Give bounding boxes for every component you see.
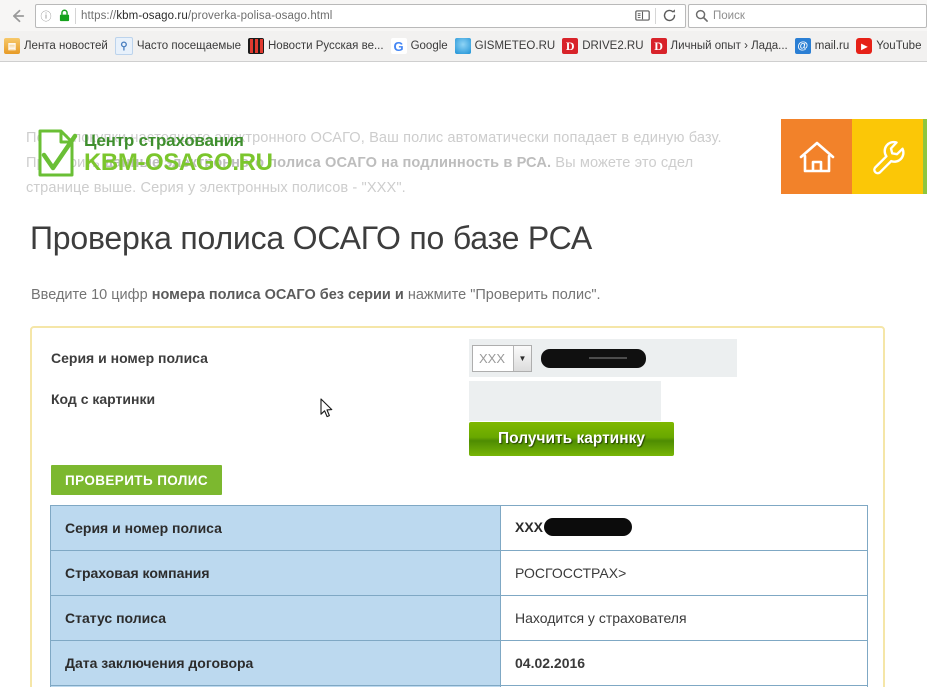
bookmark-item[interactable]: ▶ YouTube <box>854 35 926 57</box>
address-bar-actions <box>629 5 685 27</box>
wrench-icon <box>872 140 905 174</box>
table-row: Статус полиса Находится у страхователя <box>50 595 868 641</box>
reader-view-icon[interactable] <box>629 5 655 27</box>
captcha-field-label: Код с картинки <box>51 391 156 407</box>
bookmark-item[interactable]: ⚲ Часто посещаемые <box>113 35 246 57</box>
bookmark-item[interactable]: D Личный опыт › Лада... <box>649 35 793 57</box>
header-accent-stripe <box>923 119 927 194</box>
result-key: Дата заключения договора <box>50 640 501 686</box>
page-subtitle: Введите 10 цифр номера полиса ОСАГО без … <box>31 287 601 303</box>
chevron-down-icon[interactable]: ▼ <box>513 345 531 371</box>
bookmark-label: Новости Русская ве... <box>268 40 384 52</box>
search-icon <box>689 9 713 22</box>
site-logo-name: KBM-OSAGO.RU <box>84 148 273 176</box>
bookmark-label: YouTube <box>876 40 922 52</box>
result-value: РОСГОССТРАХ> <box>500 550 868 596</box>
result-value: 04.02.2016 <box>500 640 868 686</box>
browser-navigation-bar: ⓘ https://kbm-osago.ru/proverka-polisa-o… <box>0 0 927 31</box>
bookmark-item[interactable]: ▤ Лента новостей <box>2 35 113 57</box>
redacted-policy-number <box>544 518 633 537</box>
series-field-label: Серия и номер полиса <box>51 350 208 366</box>
rss-icon: ▤ <box>4 38 20 54</box>
youtube-icon: ▶ <box>856 38 873 54</box>
back-button[interactable] <box>2 2 34 30</box>
page-content: После покупки настоящего электронного ОС… <box>0 62 927 687</box>
bookmarks-bar: ▤ Лента новостей ⚲ Часто посещаемые Новости … <box>0 31 927 61</box>
result-value: Находится у страхователя <box>500 595 868 641</box>
drive2-icon: D <box>650 38 667 54</box>
table-row: Дата заключения договора 04.02.2016 <box>50 640 868 686</box>
document-check-icon <box>34 128 78 178</box>
drive2-icon: D <box>562 38 579 54</box>
news-icon <box>248 38 264 54</box>
bookmark-item[interactable]: D DRIVE2.RU <box>560 35 648 57</box>
table-row: Страховая компания РОСГОССТРАХ> <box>50 550 868 596</box>
policy-check-panel: Серия и номер полиса XXX ▼ Код с картинк… <box>30 326 885 687</box>
search-input-placeholder: Поиск <box>713 9 745 22</box>
reload-icon[interactable] <box>656 5 682 27</box>
bookmark-label: Лента новостей <box>24 40 108 52</box>
results-table-body: Серия и номер полисаXXX8Страховая компан… <box>50 505 868 687</box>
bookmark-label: Часто посещаемые <box>136 40 241 52</box>
series-select-value: XXX <box>479 350 506 366</box>
address-bar-divider <box>75 7 76 24</box>
site-info-icon[interactable]: ⓘ <box>36 8 56 24</box>
check-policy-button[interactable]: ПРОВЕРИТЬ ПОЛИС <box>51 465 222 495</box>
mailru-icon: @ <box>794 38 811 54</box>
page-subtitle-c: нажмите "Проверить полис". <box>407 287 601 303</box>
promo-line-2-c: Вы можете это сдел <box>551 155 694 171</box>
bookmark-item[interactable]: Новости Русская ве... <box>246 35 389 57</box>
frequently-visited-icon: ⚲ <box>114 37 133 55</box>
home-icon <box>799 141 834 172</box>
header-icon-buttons <box>781 119 927 194</box>
result-value-text: XXX <box>515 518 544 535</box>
results-table: Серия и номер полисаXXX8Страховая компан… <box>50 505 868 687</box>
captcha-input[interactable] <box>469 381 661 421</box>
result-key: Страховая компания <box>50 550 501 596</box>
result-value: XXX8 <box>500 505 868 551</box>
bookmark-label: Личный опыт › Лада... <box>670 40 788 52</box>
home-button[interactable] <box>781 119 852 194</box>
bookmark-label: GISMETEO.RU <box>474 40 556 52</box>
result-key: Статус полиса <box>50 595 501 641</box>
series-label-row: Серия и номер полиса <box>51 350 208 366</box>
lock-icon <box>56 9 72 22</box>
bookmark-item[interactable]: @ mail.ru <box>793 35 855 57</box>
site-logo[interactable]: Центр страхования KBM-OSAGO.RU <box>34 128 273 178</box>
promo-line-3: странице выше. Серия у электронных полис… <box>26 180 406 196</box>
captcha-label-row: Код с картинки <box>51 391 155 407</box>
browser-search-box[interactable]: Поиск <box>688 3 927 28</box>
back-arrow-icon <box>12 9 25 22</box>
bookmark-label: DRIVE2.RU <box>582 40 644 52</box>
page-subtitle-b: номера полиса ОСАГО без серии и <box>151 287 408 303</box>
bookmark-item[interactable]: GISMETEO.RU <box>453 35 561 57</box>
result-key: Серия и номер полиса <box>50 505 501 551</box>
address-bar[interactable]: ⓘ https://kbm-osago.ru/proverka-polisa-o… <box>35 3 686 28</box>
series-select[interactable]: XXX ▼ <box>472 344 532 372</box>
bookmark-label: Google <box>410 40 448 52</box>
policy-number-input[interactable] <box>541 348 646 368</box>
page-title: Проверка полиса ОСАГО по базе РСА <box>30 220 593 256</box>
site-logo-text: Центр страхования KBM-OSAGO.RU <box>84 132 273 175</box>
google-icon: G <box>390 38 407 54</box>
table-row: Серия и номер полисаXXX8 <box>50 505 868 551</box>
page-subtitle-a: Введите 10 цифр <box>31 287 152 303</box>
get-captcha-image-button[interactable]: Получить картинку <box>469 422 674 456</box>
bookmark-item[interactable]: G Google <box>389 35 453 57</box>
browser-chrome: ⓘ https://kbm-osago.ru/proverka-polisa-o… <box>0 0 927 62</box>
site-logo-tagline: Центр страхования <box>84 130 244 150</box>
gismeteo-icon <box>454 38 471 54</box>
bookmark-label: mail.ru <box>814 40 850 52</box>
address-bar-url: https://kbm-osago.ru/proverka-polisa-osa… <box>81 9 333 22</box>
series-field-group: XXX ▼ <box>469 339 737 377</box>
tools-button[interactable] <box>852 119 923 194</box>
